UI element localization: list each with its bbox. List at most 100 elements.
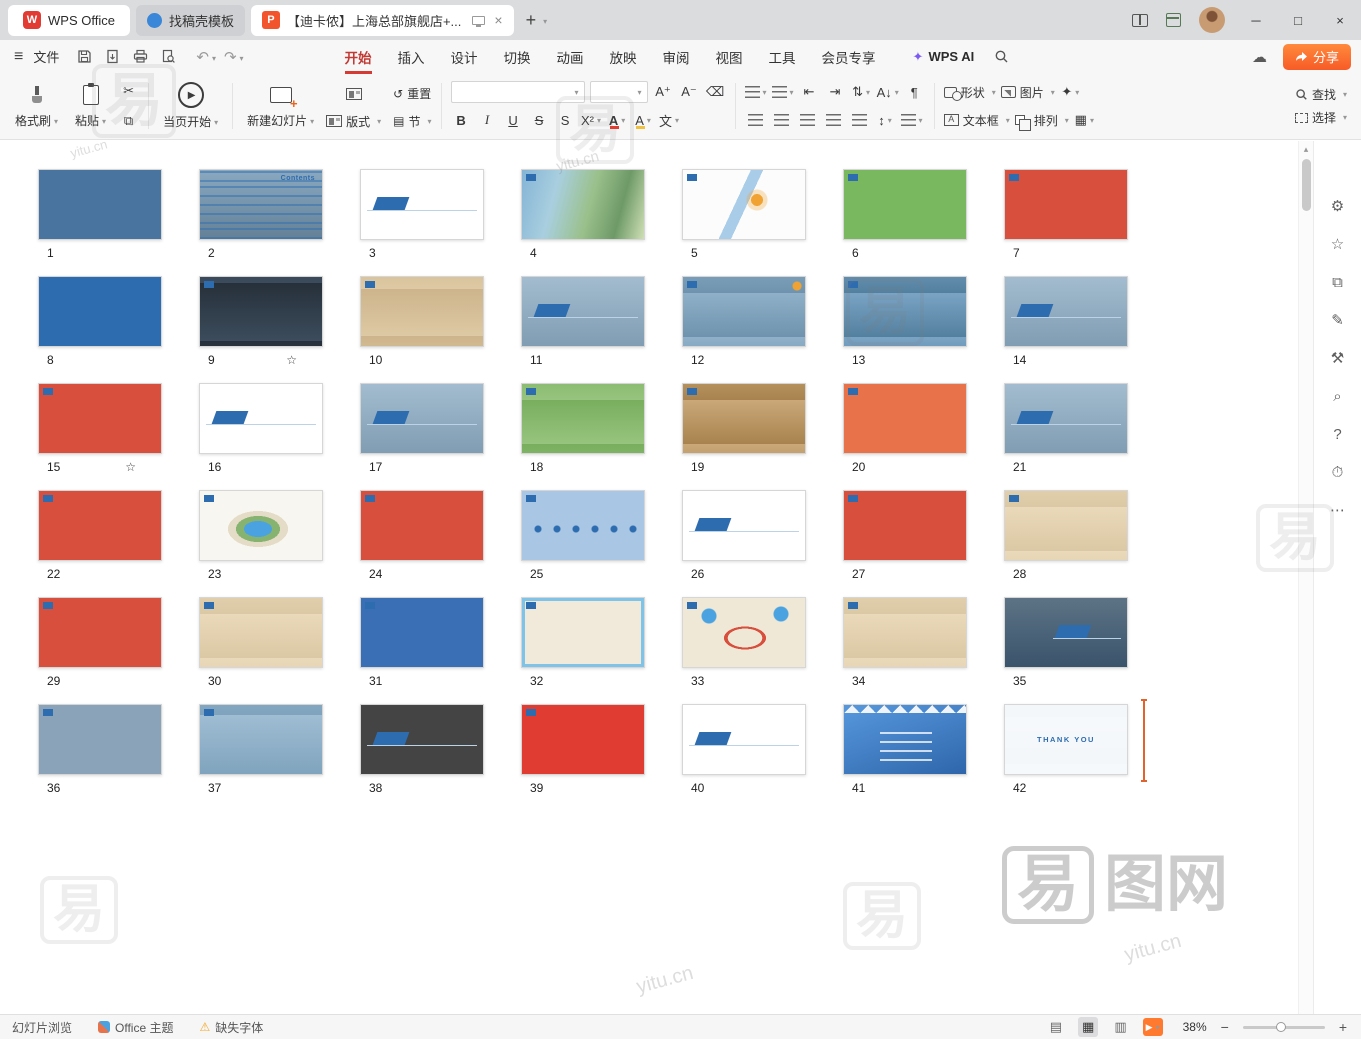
line-spacing-button[interactable]: ↕: [875, 109, 896, 131]
close-window-button[interactable]: ×: [1319, 0, 1361, 40]
zoom-slider-thumb[interactable]: [1276, 1022, 1286, 1032]
underline-button[interactable]: U: [503, 109, 524, 131]
reading-view-button[interactable]: ▥: [1110, 1017, 1130, 1037]
format-painter-button[interactable]: 格式刷: [10, 83, 63, 129]
find-button[interactable]: 查找: [1295, 86, 1347, 103]
export-pdf-icon[interactable]: [105, 49, 120, 64]
history-icon[interactable]: ⏱: [1332, 465, 1344, 480]
paragraph-settings-button[interactable]: ¶: [904, 81, 925, 103]
slide-thumbnail-29[interactable]: [38, 597, 162, 668]
slide-thumbnail-30[interactable]: [199, 597, 323, 668]
print-icon[interactable]: [133, 49, 148, 64]
color-scheme-button[interactable]: ▦: [1074, 109, 1095, 131]
ribbon-search-button[interactable]: [994, 49, 1009, 64]
maximize-button[interactable]: □: [1277, 0, 1319, 40]
ribbon-tab-切换[interactable]: 切换: [491, 41, 544, 73]
cloud-sync-icon[interactable]: ☁: [1252, 48, 1267, 66]
play-from-current-button[interactable]: ▶ 当页开始: [158, 82, 223, 130]
zoom-slider[interactable]: [1243, 1026, 1325, 1029]
align-right-button[interactable]: [797, 109, 818, 131]
scrollbar-thumb[interactable]: [1302, 159, 1311, 211]
redo-icon[interactable]: ↷: [224, 48, 244, 66]
clipboard-icon[interactable]: ⧉: [1332, 275, 1343, 290]
shapes-button[interactable]: 形状: [944, 84, 996, 101]
print-preview-icon[interactable]: [161, 49, 176, 64]
slide-thumbnail-10[interactable]: [360, 276, 484, 347]
font-size-combobox[interactable]: [590, 81, 648, 103]
slide-thumbnail-34[interactable]: [843, 597, 967, 668]
search-doc-icon[interactable]: ⌕: [1333, 389, 1341, 404]
textbox-button[interactable]: 文本框: [944, 112, 1010, 129]
slide-thumbnail-39[interactable]: [521, 704, 645, 775]
promotion-icon[interactable]: [1166, 13, 1181, 27]
layout-gallery-button[interactable]: [326, 83, 381, 105]
highlight-color-button[interactable]: A: [633, 109, 654, 131]
slide-thumbnail-13[interactable]: [843, 276, 967, 347]
tools-icon[interactable]: ⚒: [1331, 351, 1344, 366]
slide-thumbnail-20[interactable]: [843, 383, 967, 454]
layout-button[interactable]: 版式: [326, 113, 381, 130]
align-center-button[interactable]: [771, 109, 792, 131]
slide-thumbnail-5[interactable]: [682, 169, 806, 240]
slide-thumbnail-32[interactable]: [521, 597, 645, 668]
slide-thumbnail-18[interactable]: [521, 383, 645, 454]
slide-thumbnail-27[interactable]: [843, 490, 967, 561]
slide-thumbnail-33[interactable]: [682, 597, 806, 668]
sort-text-button[interactable]: A↓: [877, 81, 899, 103]
scroll-up-icon[interactable]: ▴: [1299, 141, 1313, 155]
ribbon-tab-视图[interactable]: 视图: [703, 41, 756, 73]
annotate-icon[interactable]: ✎: [1331, 313, 1344, 328]
doc-tab-template-site[interactable]: 找稿壳模板: [136, 5, 245, 36]
slide-thumbnail-15[interactable]: [38, 383, 162, 454]
more-icon[interactable]: ⋯: [1330, 503, 1345, 518]
theme-button[interactable]: Office 主题: [98, 1019, 173, 1036]
ribbon-tab-审阅[interactable]: 审阅: [650, 41, 703, 73]
bold-button[interactable]: B: [451, 109, 472, 131]
wps-home-tab[interactable]: W WPS Office: [8, 5, 130, 36]
slide-thumbnail-26[interactable]: [682, 490, 806, 561]
text-tools-button[interactable]: 文: [659, 109, 680, 131]
ribbon-tab-工具[interactable]: 工具: [756, 41, 809, 73]
numbered-list-button[interactable]: [772, 81, 794, 103]
clear-format-button[interactable]: ⌫: [705, 81, 726, 103]
slide-thumbnail-37[interactable]: [199, 704, 323, 775]
increase-font-button[interactable]: A⁺: [653, 81, 674, 103]
slide-thumbnail-38[interactable]: [360, 704, 484, 775]
tab-list-chevron-icon[interactable]: [540, 13, 547, 28]
save-icon[interactable]: [77, 49, 92, 64]
decrease-indent-button[interactable]: ⇤: [799, 81, 820, 103]
slide-thumbnail-7[interactable]: [1004, 169, 1128, 240]
ribbon-tab-放映[interactable]: 放映: [597, 41, 650, 73]
slide-sorter-view-button[interactable]: ▦: [1078, 1017, 1098, 1037]
picture-button[interactable]: 图片: [1001, 84, 1055, 101]
bullet-list-button[interactable]: [745, 81, 767, 103]
zoom-out-button[interactable]: −: [1219, 1019, 1231, 1035]
doc-tab-presentation[interactable]: P 【迪卡侬】上海总部旗舰店+... ×: [251, 5, 514, 36]
cut-button[interactable]: ✂: [118, 80, 139, 102]
superscript-button[interactable]: X²: [581, 109, 602, 131]
slide-thumbnail-16[interactable]: [199, 383, 323, 454]
slide-thumbnail-19[interactable]: [682, 383, 806, 454]
align-left-button[interactable]: [745, 109, 766, 131]
ribbon-tab-开始[interactable]: 开始: [332, 41, 385, 73]
arrange-button[interactable]: 排列: [1015, 112, 1069, 129]
copy-button[interactable]: ⧉: [118, 110, 139, 132]
columns-button[interactable]: [901, 109, 923, 131]
new-slide-button[interactable]: + 新建幻灯片: [242, 83, 319, 129]
slide-thumbnail-6[interactable]: [843, 169, 967, 240]
settings-icon[interactable]: ⚙: [1331, 199, 1344, 214]
minimize-button[interactable]: ─: [1235, 0, 1277, 40]
slide-thumbnail-21[interactable]: [1004, 383, 1128, 454]
slide-thumbnail-41[interactable]: [843, 704, 967, 775]
ribbon-tab-设计[interactable]: 设计: [438, 41, 491, 73]
text-shadow-button[interactable]: S: [555, 109, 576, 131]
slide-thumbnail-12[interactable]: [682, 276, 806, 347]
font-family-combobox[interactable]: [451, 81, 585, 103]
slide-thumbnail-9[interactable]: [199, 276, 323, 347]
hamburger-menu-icon[interactable]: ≡: [14, 48, 23, 66]
slide-thumbnail-3[interactable]: [360, 169, 484, 240]
slide-thumbnail-42[interactable]: THANK YOU: [1004, 704, 1128, 775]
new-tab-button[interactable]: +: [526, 10, 537, 31]
select-button[interactable]: 选择: [1295, 109, 1347, 126]
ribbon-tab-动画[interactable]: 动画: [544, 41, 597, 73]
